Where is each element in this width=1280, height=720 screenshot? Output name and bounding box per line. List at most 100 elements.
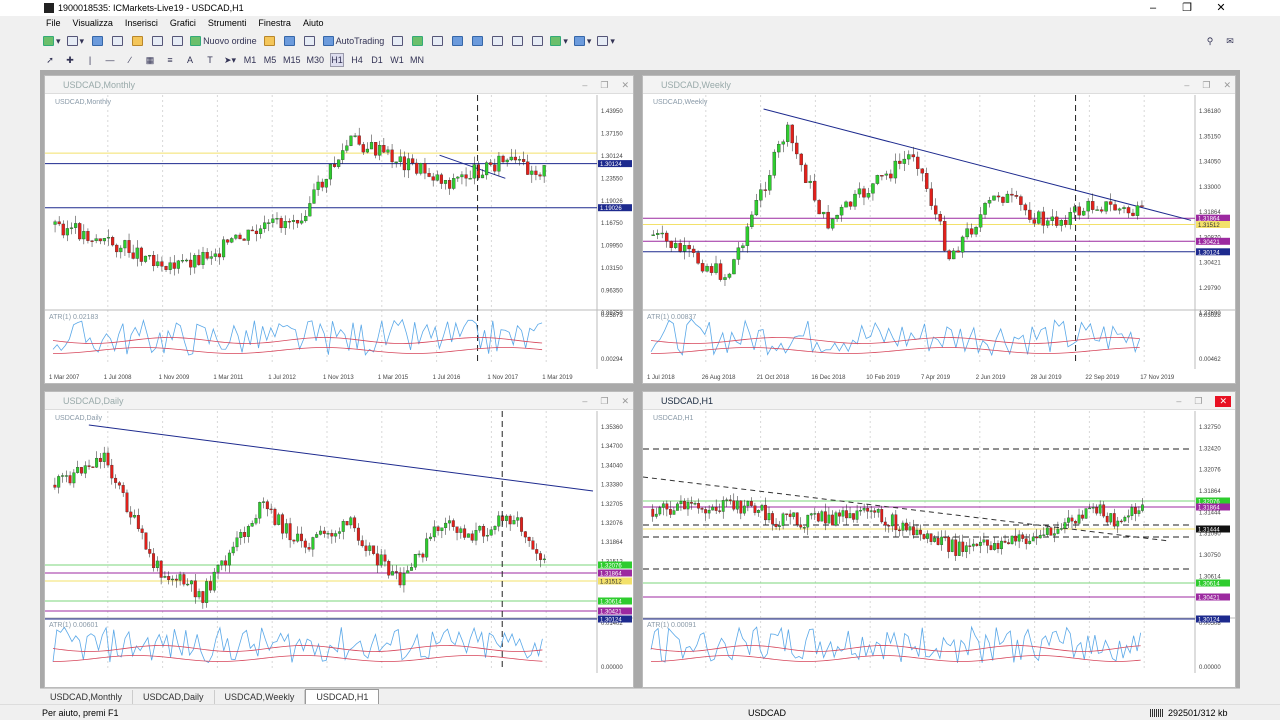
candle-body [682, 245, 687, 252]
autotrading-button[interactable]: AutoTrading [322, 34, 384, 48]
close-icon[interactable]: ✕ [1204, 0, 1238, 16]
menu-insert[interactable]: Inserisci [119, 18, 164, 28]
strategy-tester-button[interactable] [170, 34, 184, 48]
candle-body [221, 239, 226, 258]
candle-body [489, 529, 493, 536]
metaeditor-button[interactable] [263, 34, 277, 48]
autoscroll-button[interactable] [510, 34, 524, 48]
tf-m5[interactable]: M5 [263, 53, 277, 67]
chart-canvas[interactable]: USDCAD,Weekly ATR(1) 0.00837 1.36180 1.3515… [643, 95, 1235, 383]
tab-daily[interactable]: USDCAD,Daily [133, 690, 215, 704]
indicators-button[interactable]: ▾ [550, 34, 568, 48]
candle-body [1095, 507, 1099, 514]
candle-body [1014, 195, 1019, 197]
chart-canvas[interactable]: USDCAD,Monthly ATR(1) 0.02183 1.43950 1.371… [45, 95, 633, 383]
templates-button[interactable]: ▾ [597, 34, 615, 48]
terminal-button[interactable] [150, 34, 164, 48]
data-window-button[interactable] [110, 34, 124, 48]
menu-help[interactable]: Aiuto [297, 18, 330, 28]
chart-window-monthly[interactable]: USDCAD,Monthly – ❐ ✕ USDCAD,Monthly ATR(1) … [44, 75, 634, 384]
tf-d1[interactable]: D1 [370, 53, 384, 67]
tf-m15[interactable]: M15 [283, 53, 301, 67]
window-minimize-icon[interactable]: – [1184, 80, 1189, 91]
window-close-icon[interactable]: ✕ [1215, 396, 1231, 407]
label-button[interactable]: T [203, 53, 217, 67]
arrows-button[interactable]: ➤▾ [223, 53, 237, 67]
chart-caption[interactable]: USDCAD,Weekly [643, 76, 1235, 94]
channel-button[interactable]: ▦ [143, 53, 157, 67]
candle-body [464, 174, 468, 179]
tf-h4[interactable]: H4 [350, 53, 364, 67]
tf-mn[interactable]: MN [410, 53, 424, 67]
chart-caption[interactable]: USDCAD,H1 [643, 392, 1235, 410]
chart-caption[interactable]: USDCAD,Monthly [45, 76, 633, 94]
candle-body [806, 514, 810, 528]
bar-chart-button[interactable] [390, 34, 404, 48]
window-restore-icon[interactable]: ❐ [600, 396, 608, 407]
candle-body [147, 254, 152, 257]
zoom-in-button[interactable] [450, 34, 464, 48]
maximize-icon[interactable]: ❐ [1170, 0, 1204, 16]
market-button[interactable] [303, 34, 317, 48]
menu-charts[interactable]: Grafici [164, 18, 202, 28]
tf-m30[interactable]: M30 [307, 53, 325, 67]
text-button[interactable]: A [183, 53, 197, 67]
candle-body [291, 220, 296, 222]
tf-w1[interactable]: W1 [390, 53, 404, 67]
tab-monthly[interactable]: USDCAD,Monthly [40, 690, 134, 704]
window-close-icon[interactable]: ✕ [621, 396, 629, 407]
window-restore-icon[interactable]: ❐ [1202, 80, 1210, 91]
search-button[interactable]: ⚲ [1203, 34, 1217, 48]
window-close-icon[interactable]: ✕ [621, 80, 629, 91]
price-tick-label: 1.43950 [601, 109, 623, 115]
fibonacci-button[interactable]: ≡ [163, 53, 177, 67]
chart-window-h1[interactable]: USDCAD,H1 – ❐ ✕ USDCAD,H1 ATR(1) 0.00091 1.3… [642, 391, 1236, 688]
market-watch-button[interactable] [90, 34, 104, 48]
cursor-button[interactable]: ➚ [43, 53, 57, 67]
window-restore-icon[interactable]: ❐ [600, 80, 608, 91]
zoom-out-button[interactable] [470, 34, 484, 48]
new-order-button[interactable]: Nuovo ordine [190, 34, 257, 48]
chat-button[interactable]: ✉ [1223, 34, 1237, 48]
line-chart-button[interactable] [430, 34, 444, 48]
chart-caption[interactable]: USDCAD,Daily [45, 392, 633, 410]
chart-shift-button[interactable] [530, 34, 544, 48]
tab-h1[interactable]: USDCAD,H1 [305, 689, 380, 704]
menu-window[interactable]: Finestra [252, 18, 297, 28]
price-tick-label: 1.33380 [601, 483, 623, 489]
navigator-button[interactable] [130, 34, 144, 48]
minimize-icon[interactable]: – [1136, 0, 1170, 16]
menu-view[interactable]: Visualizza [67, 18, 119, 28]
tf-m1[interactable]: M1 [243, 53, 257, 67]
candle-body [98, 457, 102, 462]
menu-tools[interactable]: Strumenti [202, 18, 253, 28]
periods-button[interactable]: ▾ [573, 34, 591, 48]
candle-body [201, 252, 205, 265]
signals-button[interactable] [283, 34, 297, 48]
chart-canvas[interactable]: USDCAD,H1 ATR(1) 0.00091 1.32750 1.32420 1.3… [643, 411, 1235, 687]
window-minimize-icon[interactable]: – [582, 396, 587, 407]
chart-window-weekly[interactable]: USDCAD,Weekly – ❐ ✕ USDCAD,Weekly ATR(1) 0.… [642, 75, 1236, 384]
vertical-line-button[interactable]: | [83, 53, 97, 67]
candle-body [992, 195, 996, 201]
candlestick-button[interactable] [410, 34, 424, 48]
window-minimize-icon[interactable]: – [1176, 396, 1181, 407]
tab-weekly[interactable]: USDCAD,Weekly [215, 690, 306, 704]
price-tick-label: 1.29790 [1199, 286, 1221, 292]
window-minimize-icon[interactable]: – [582, 80, 587, 91]
profiles-button[interactable]: ▾ [66, 34, 84, 48]
candle-body [448, 180, 452, 189]
tf-h1[interactable]: H1 [330, 53, 345, 67]
horizontal-line-button[interactable]: — [103, 53, 117, 67]
menu-file[interactable]: File [40, 18, 67, 28]
chart-window-daily[interactable]: USDCAD,Daily – ❐ ✕ USDCAD,Daily ATR(1) 0.00… [44, 391, 634, 688]
chat-icon: ✉ [1226, 35, 1234, 46]
chart-canvas[interactable]: USDCAD,Daily ATR(1) 0.00601 1.35360 1.34700… [45, 411, 633, 687]
date-tick-label: 1 Nov 2013 [323, 375, 354, 381]
tile-windows-button[interactable] [490, 34, 504, 48]
crosshair-button[interactable]: ✚ [63, 53, 77, 67]
window-restore-icon[interactable]: ❐ [1194, 396, 1202, 407]
new-chart-button[interactable]: ▾ [43, 34, 61, 48]
trendline-button[interactable]: ∕ [123, 53, 137, 67]
window-close-icon[interactable]: ✕ [1223, 80, 1231, 91]
